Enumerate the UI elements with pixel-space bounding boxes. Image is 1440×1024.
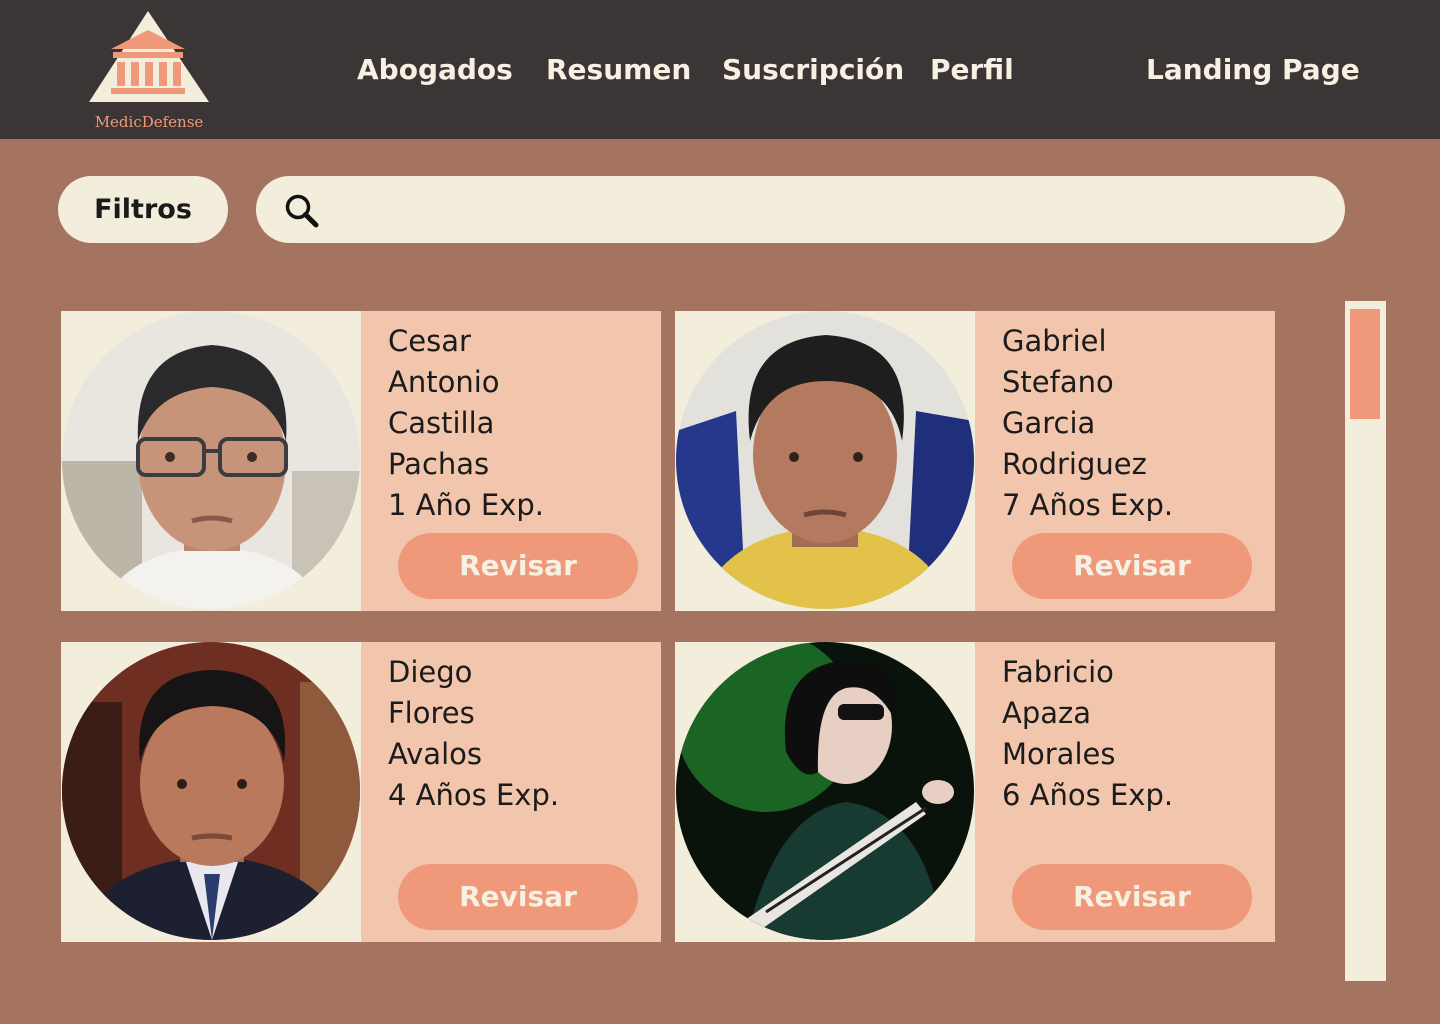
search-input[interactable] xyxy=(336,186,1326,233)
review-button[interactable]: Revisar xyxy=(398,533,638,599)
lawyer-experience: 7 Años Exp. xyxy=(1002,488,1174,522)
lawyer-name-line: Pachas xyxy=(388,447,490,481)
lawyer-name-line: Garcia xyxy=(1002,406,1096,440)
photo-pane xyxy=(675,311,975,611)
photo-pane xyxy=(61,642,361,942)
lawyer-card: Cesar Antonio Castilla Pachas 1 Año Exp.… xyxy=(61,311,661,611)
courthouse-icon xyxy=(89,11,209,102)
lawyer-card: Gabriel Stefano Garcia Rodriguez 7 Años … xyxy=(675,311,1275,611)
lawyer-name-line: Rodriguez xyxy=(1002,447,1147,481)
lawyer-name-line: Fabricio xyxy=(1002,655,1114,689)
review-button[interactable]: Revisar xyxy=(398,864,638,930)
nav-profile[interactable]: Perfil xyxy=(930,50,1014,90)
lawyer-name-line: Avalos xyxy=(388,737,482,771)
photo-pane xyxy=(675,642,975,942)
lawyer-card: Diego Flores Avalos 4 Años Exp. Revisar xyxy=(61,642,661,942)
lawyer-info: Fabricio Apaza Morales 6 Años Exp. xyxy=(1002,652,1262,816)
filters-button[interactable]: Filtros xyxy=(58,176,228,243)
lawyer-info: Diego Flores Avalos 4 Años Exp. xyxy=(388,652,648,816)
lawyer-name-line: Stefano xyxy=(1002,365,1114,399)
scrollbar-thumb[interactable] xyxy=(1350,309,1380,419)
lawyer-name-line: Cesar xyxy=(388,324,471,358)
lawyer-name-line: Castilla xyxy=(388,406,495,440)
lawyer-photo xyxy=(62,642,360,940)
review-button[interactable]: Revisar xyxy=(1012,533,1252,599)
lawyer-info: Cesar Antonio Castilla Pachas 1 Año Exp. xyxy=(388,321,648,526)
nav-summary[interactable]: Resumen xyxy=(546,50,691,90)
search-icon[interactable] xyxy=(284,193,320,229)
photo-pane xyxy=(61,311,361,611)
lawyer-name-line: Diego xyxy=(388,655,473,689)
nav-subscription[interactable]: Suscripción xyxy=(722,50,904,90)
lawyer-photo xyxy=(676,642,974,940)
nav-lawyers[interactable]: Abogados xyxy=(357,50,513,90)
lawyer-name-line: Morales xyxy=(1002,737,1116,771)
lawyer-experience: 1 Año Exp. xyxy=(388,488,544,522)
brand-name: MedicDefense xyxy=(94,113,204,131)
lawyer-name-line: Apaza xyxy=(1002,696,1092,730)
lawyer-card: Fabricio Apaza Morales 6 Años Exp. Revis… xyxy=(675,642,1275,942)
lawyer-photo xyxy=(62,311,360,609)
lawyer-info: Gabriel Stefano Garcia Rodriguez 7 Años … xyxy=(1002,321,1262,526)
scrollbar-track[interactable] xyxy=(1345,301,1386,981)
lawyer-name-line: Flores xyxy=(388,696,475,730)
lawyer-name-line: Antonio xyxy=(388,365,500,399)
lawyer-photo xyxy=(676,311,974,609)
lawyer-name-line: Gabriel xyxy=(1002,324,1107,358)
lawyer-experience: 4 Años Exp. xyxy=(388,778,560,812)
lawyer-experience: 6 Años Exp. xyxy=(1002,778,1174,812)
nav-landing-page[interactable]: Landing Page xyxy=(1146,50,1360,90)
search-bar[interactable] xyxy=(256,176,1345,243)
brand-logo[interactable]: MedicDefense xyxy=(86,8,212,134)
review-button[interactable]: Revisar xyxy=(1012,864,1252,930)
top-navbar: MedicDefense Abogados Resumen Suscripció… xyxy=(0,0,1440,139)
